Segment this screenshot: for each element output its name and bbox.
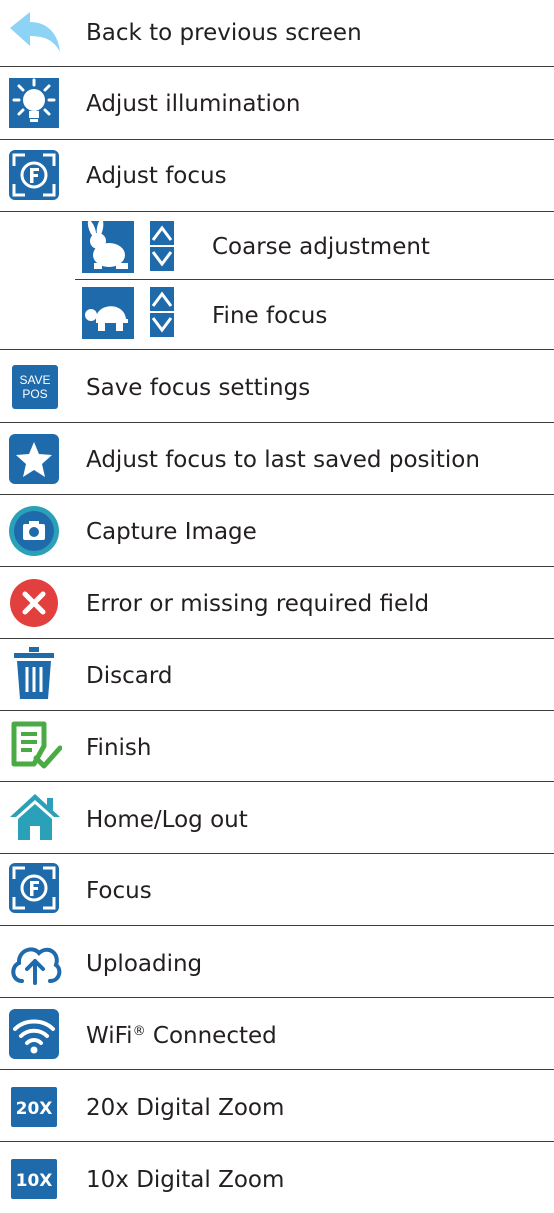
legend-label-home: Home/Log out <box>86 807 248 833</box>
save-pos-icon-text-2: POS <box>22 387 47 401</box>
icon-legend: { "colors": { "primary_blue": "#1f6aab",… <box>0 0 554 1213</box>
legend-label-fine-focus: Fine focus <box>212 303 328 329</box>
trash-icon <box>14 647 54 699</box>
separator <box>0 925 554 926</box>
turtle-icon <box>82 287 134 339</box>
wifi-icon <box>9 1009 59 1059</box>
legend-label-star: Adjust focus to last saved position <box>86 447 480 473</box>
legend-label-uploading: Uploading <box>86 951 203 977</box>
legend-label-illumination: Adjust illumination <box>86 91 301 117</box>
legend-label-wifi: WiFi® Connected <box>86 1022 277 1050</box>
finish-document-icon <box>10 720 62 772</box>
separator <box>0 139 554 140</box>
up-down-arrows-icon <box>150 287 174 337</box>
separator <box>0 638 554 639</box>
separator <box>0 66 554 67</box>
star-icon <box>9 434 59 484</box>
legend-label-focus: Focus <box>86 878 152 904</box>
zoom-20x-icon: 20X <box>11 1087 57 1127</box>
separator <box>0 1141 554 1142</box>
registered-mark: ® <box>132 1024 146 1039</box>
up-down-arrows-icon <box>150 221 174 271</box>
separator <box>0 422 554 423</box>
legend-label-adjust-focus: Adjust focus <box>86 163 227 189</box>
legend-label-back: Back to previous screen <box>86 20 362 46</box>
separator <box>0 710 554 711</box>
save-pos-icon-text-1: SAVE <box>19 373 50 387</box>
separator <box>0 211 554 212</box>
legend-label-10x: 10x Digital Zoom <box>86 1167 285 1193</box>
home-icon <box>8 792 62 842</box>
separator <box>0 781 554 782</box>
camera-icon <box>8 505 60 557</box>
zoom-10x-icon: 10X <box>11 1159 57 1199</box>
legend-label-finish: Finish <box>86 735 152 761</box>
legend-label-coarse: Coarse adjustment <box>212 234 430 260</box>
separator <box>0 494 554 495</box>
separator <box>0 1069 554 1070</box>
wifi-label-text: WiFi <box>86 1023 133 1049</box>
rabbit-icon <box>82 221 134 273</box>
save-pos-icon: SAVE POS <box>12 365 58 409</box>
wifi-label-suffix: Connected <box>145 1023 277 1049</box>
error-x-icon <box>9 578 59 628</box>
separator <box>0 566 554 567</box>
separator <box>0 349 554 350</box>
legend-label-20x: 20x Digital Zoom <box>86 1095 285 1121</box>
focus-f-icon <box>9 863 59 913</box>
legend-label-save: Save focus settings <box>86 375 311 401</box>
separator <box>0 853 554 854</box>
focus-f-icon <box>9 150 59 200</box>
legend-label-error: Error or missing required field <box>86 591 430 617</box>
separator <box>0 997 554 998</box>
cloud-upload-icon <box>8 937 62 987</box>
zoom-20x-icon-text: 20X <box>16 1099 53 1119</box>
legend-label-discard: Discard <box>86 663 173 689</box>
zoom-10x-icon-text: 10X <box>16 1171 53 1191</box>
separator <box>75 279 554 280</box>
illumination-bulb-icon <box>9 78 59 128</box>
back-arrow-icon <box>8 10 62 56</box>
legend-label-capture: Capture Image <box>86 519 257 545</box>
